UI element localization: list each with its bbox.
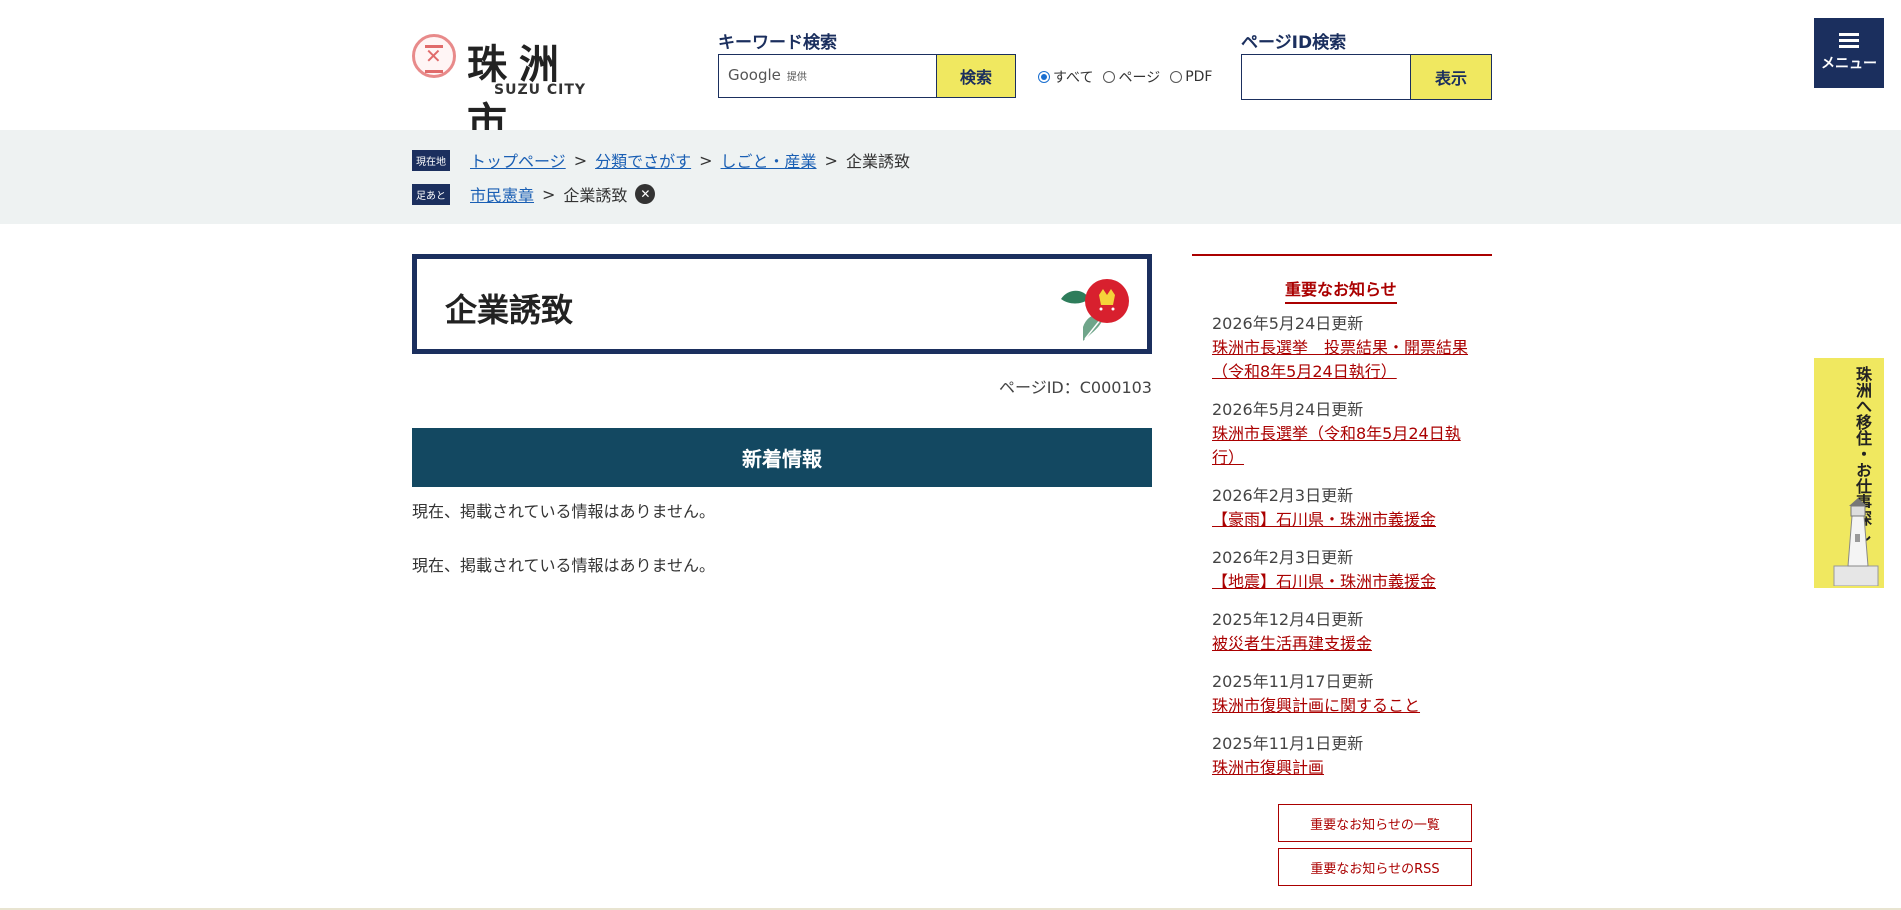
history-trail: 足あと 市民憲章 > 企業誘致 ✕ — [412, 182, 656, 206]
pageid-input[interactable] — [1242, 55, 1412, 99]
news-item: 2026年2月3日更新 【豪雨】石川県・珠洲市義援金 — [1212, 484, 1482, 532]
new-info-heading: 新着情報 — [412, 428, 1152, 487]
news-item: 2025年11月17日更新 珠洲市復興計画に関すること — [1212, 670, 1482, 718]
radio-all[interactable]: すべて — [1038, 67, 1093, 87]
page-title-box: 企業誘致 — [412, 254, 1152, 354]
breadcrumb-link-top[interactable]: トップページ — [470, 148, 566, 172]
news-date: 2025年11月17日更新 — [1212, 672, 1374, 691]
page-id: ページID：C000103 — [999, 378, 1152, 397]
pageid-display-button[interactable]: 表示 — [1410, 55, 1491, 99]
hamburger-icon — [1839, 33, 1859, 49]
sidebar-divider — [1192, 254, 1492, 256]
pageid-search-box: 表示 — [1241, 54, 1492, 100]
city-emblem-icon — [412, 34, 456, 78]
news-link[interactable]: 【地震】石川県・珠洲市義援金 — [1212, 572, 1436, 591]
page-title: 企業誘致 — [445, 291, 574, 329]
keyword-search-box: Google 提供 検索 — [718, 54, 1016, 98]
keyword-search-label: キーワード検索 — [718, 33, 837, 53]
news-date: 2026年2月3日更新 — [1212, 486, 1354, 505]
google-sub-label: 提供 — [786, 72, 807, 83]
breadcrumb-separator: > — [699, 150, 713, 170]
lighthouse-icon — [1833, 498, 1879, 586]
history-current: 企業誘致 — [563, 186, 628, 205]
logo-english: SUZU CITY — [494, 82, 587, 98]
breadcrumb-link-work[interactable]: しごと・産業 — [721, 148, 817, 172]
notices-list-button[interactable]: 重要なお知らせの一覧 — [1278, 804, 1472, 842]
breadcrumb: 現在地 トップページ > 分類でさがす > しごと・産業 > 企業誘致 — [412, 148, 910, 172]
radio-pdf-label: PDF — [1185, 69, 1213, 85]
keyword-search-input[interactable]: Google 提供 — [728, 66, 807, 84]
history-link-charter[interactable]: 市民憲章 — [470, 182, 534, 206]
close-icon[interactable]: ✕ — [635, 184, 656, 204]
radio-page-label: ページ — [1118, 70, 1161, 86]
google-label: Google — [728, 66, 781, 84]
news-link[interactable]: 珠洲市復興計画に関すること — [1212, 696, 1420, 715]
breadcrumb-separator: > — [542, 184, 556, 204]
important-notices-heading: 重要なお知らせ — [1285, 276, 1397, 304]
radio-selected-icon — [1038, 71, 1050, 83]
news-link[interactable]: 珠洲市長選挙（令和8年5月24日執行） — [1212, 424, 1461, 467]
news-date: 2026年2月3日更新 — [1212, 548, 1354, 567]
no-info-text-1: 現在、掲載されている情報はありません。 — [412, 502, 716, 521]
news-date: 2026年5月24日更新 — [1212, 314, 1364, 333]
notices-rss-button[interactable]: 重要なお知らせのRSS — [1278, 848, 1472, 886]
radio-unselected-icon — [1103, 71, 1116, 83]
radio-pdf[interactable]: PDF — [1170, 67, 1212, 87]
current-location-tag: 現在地 — [412, 149, 450, 171]
radio-page[interactable]: ページ — [1103, 67, 1160, 87]
breadcrumb-separator: > — [573, 150, 588, 170]
site-logo[interactable]: 珠洲市 SUZU CITY — [412, 32, 612, 146]
migration-jobs-tab[interactable]: 珠洲へ移住・お仕事探し — [1814, 358, 1884, 588]
camellia-icon — [1061, 279, 1129, 341]
news-link[interactable]: 【豪雨】石川県・珠洲市義援金 — [1212, 510, 1436, 529]
search-scope-radios: すべて ページ PDF — [1038, 67, 1212, 87]
breadcrumb-current: 企業誘致 — [845, 152, 910, 171]
breadcrumb-separator: > — [824, 150, 838, 170]
news-link[interactable]: 珠洲市長選挙 投票結果・開票結果（令和8年5月24日執行） — [1212, 338, 1468, 381]
news-date: 2026年5月24日更新 — [1212, 400, 1364, 419]
news-item: 2026年5月24日更新 珠洲市長選挙（令和8年5月24日執行） — [1212, 398, 1482, 470]
breadcrumb-link-category[interactable]: 分類でさがす — [595, 148, 691, 172]
news-item: 2025年11月1日更新 珠洲市復興計画 — [1212, 732, 1482, 780]
pageid-search-label: ページID検索 — [1241, 33, 1347, 53]
news-date: 2025年11月1日更新 — [1212, 734, 1364, 753]
history-tag: 足あと — [412, 183, 450, 205]
news-link[interactable]: 珠洲市復興計画 — [1212, 758, 1324, 777]
breadcrumb-band — [0, 130, 1901, 224]
search-button[interactable]: 検索 — [936, 55, 1015, 97]
news-item: 2026年2月3日更新 【地震】石川県・珠洲市義援金 — [1212, 546, 1482, 594]
site-header: 珠洲市 SUZU CITY キーワード検索 Google 提供 検索 すべて ペー… — [0, 0, 1901, 146]
radio-unselected-icon — [1170, 71, 1183, 83]
menu-label: メニュー — [1821, 56, 1877, 72]
menu-button[interactable]: メニュー — [1814, 18, 1884, 88]
news-item: 2026年5月24日更新 珠洲市長選挙 投票結果・開票結果（令和8年5月24日執… — [1212, 312, 1482, 384]
news-link[interactable]: 被災者生活再建支援金 — [1212, 634, 1372, 653]
radio-all-label: すべて — [1053, 70, 1094, 86]
news-item: 2025年12月4日更新 被災者生活再建支援金 — [1212, 608, 1482, 656]
no-info-text-2: 現在、掲載されている情報はありません。 — [412, 556, 716, 575]
news-date: 2025年12月4日更新 — [1212, 610, 1364, 629]
